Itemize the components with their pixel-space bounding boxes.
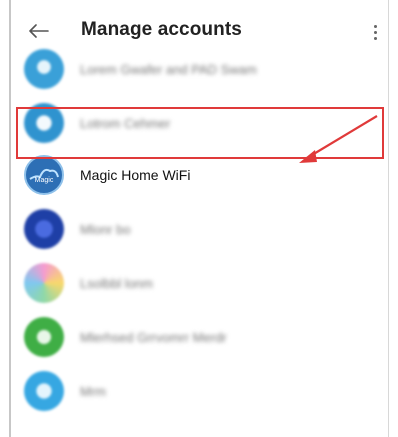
app-avatar-icon <box>24 209 64 249</box>
account-label: Mlonr bo <box>80 221 131 237</box>
list-item[interactable]: Mlonr bo <box>11 202 388 256</box>
page-title: Manage accounts <box>81 19 242 40</box>
more-vert-icon-dot <box>373 30 377 34</box>
pointer-arrow-icon <box>299 115 378 163</box>
back-button[interactable] <box>26 18 52 44</box>
magic-home-icon: Magic <box>24 155 64 195</box>
more-vert-icon <box>373 24 377 28</box>
app-avatar-icon <box>24 263 64 303</box>
logo-mark: Magic <box>35 177 54 184</box>
app-avatar-icon <box>24 317 64 357</box>
account-label: Lsolbbl lonm <box>80 275 153 291</box>
account-label: Magic Home WiFi <box>80 167 191 183</box>
account-label: Lorem Gwafer and PAD Swam <box>80 61 257 77</box>
list-item[interactable]: Mrm <box>11 364 388 418</box>
magic-home-logo-icon: Magic <box>29 168 59 184</box>
account-label: Mlerhsed Grrvomrr Merdr <box>80 329 227 345</box>
back-arrow-icon <box>29 24 49 38</box>
list-item[interactable]: Mlerhsed Grrvomrr Merdr <box>11 310 388 364</box>
more-options-button[interactable] <box>368 20 382 44</box>
app-screen: Manage accounts Lorem Gwafer and PAD Swa… <box>9 0 389 437</box>
more-vert-icon-dot <box>373 36 377 40</box>
app-avatar-icon <box>24 49 64 89</box>
list-item[interactable]: Lsolbbl lonm <box>11 256 388 310</box>
app-avatar-icon <box>24 371 64 411</box>
account-label: Mrm <box>80 383 106 399</box>
